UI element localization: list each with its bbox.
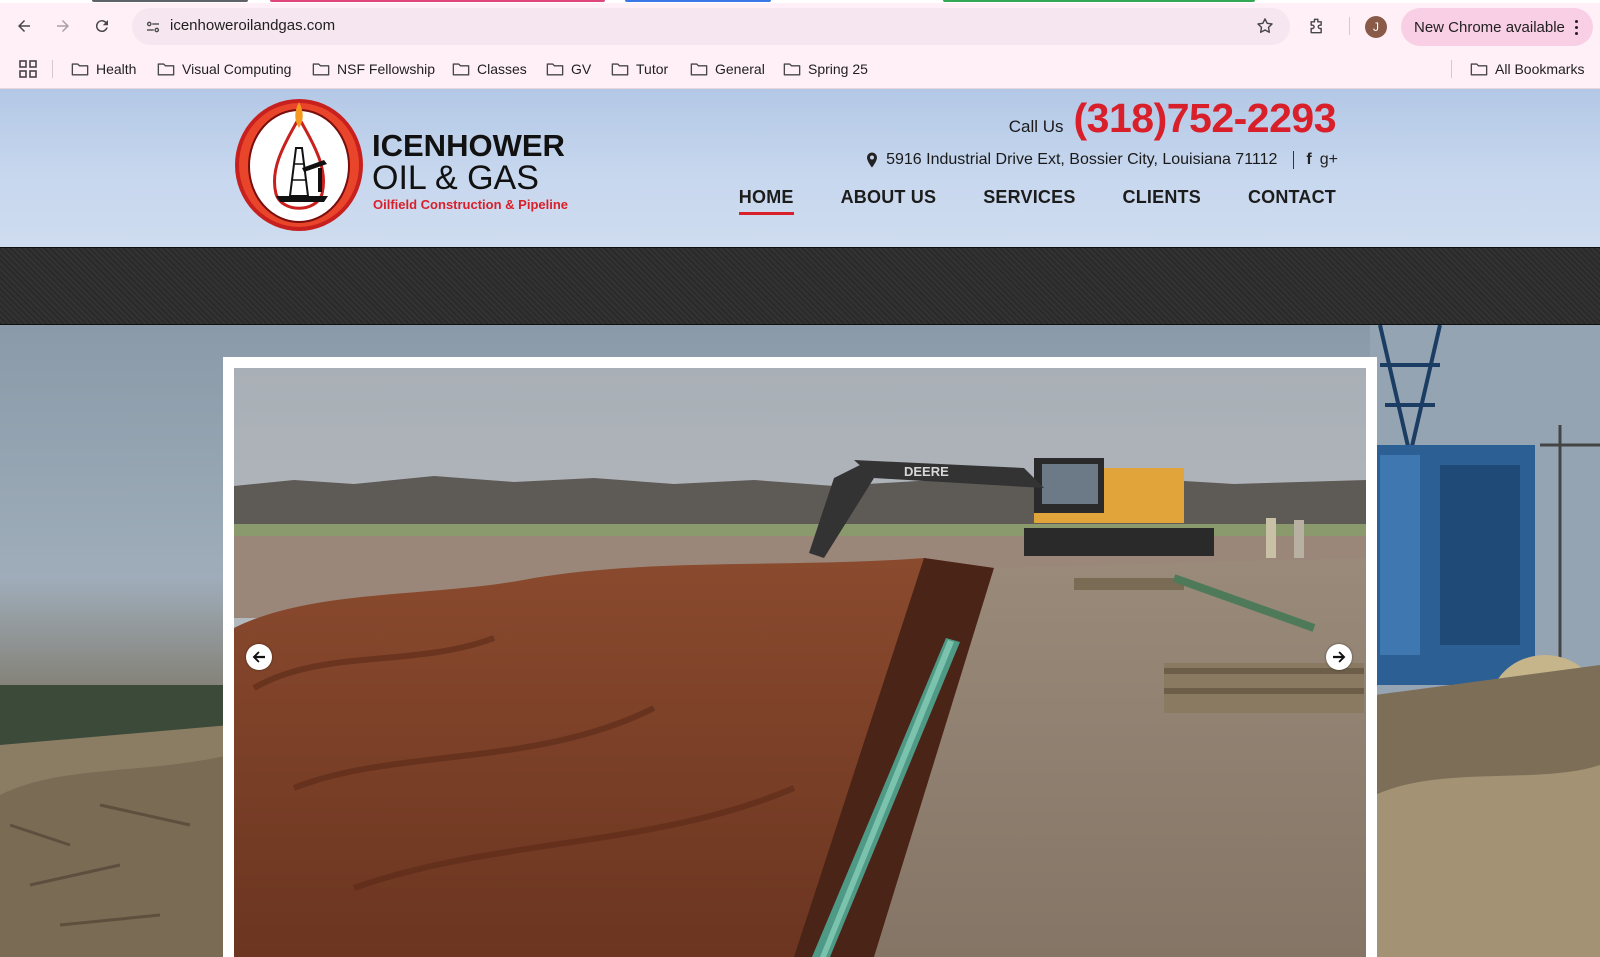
url-text[interactable]: icenhoweroilandgas.com bbox=[170, 17, 335, 34]
arrow-left-icon bbox=[252, 651, 265, 663]
map-pin-icon bbox=[867, 152, 878, 168]
folder-icon bbox=[312, 63, 330, 76]
bookmark-label: Tutor bbox=[636, 61, 669, 77]
bookmark-label: General bbox=[715, 61, 765, 77]
bookmark-label: Classes bbox=[477, 61, 527, 77]
tab-indicator bbox=[270, 0, 605, 2]
bookmark-label: GV bbox=[571, 61, 592, 77]
svg-text:DEERE: DEERE bbox=[904, 464, 949, 479]
nav-about-us[interactable]: ABOUT US bbox=[841, 187, 937, 214]
reload-icon bbox=[95, 20, 108, 33]
phone-number[interactable]: (318)752-2293 bbox=[1074, 95, 1337, 142]
folder-icon bbox=[611, 63, 629, 76]
bookmark-star-icon[interactable] bbox=[1254, 15, 1276, 37]
address-bar[interactable]: icenhoweroilandgas.com bbox=[132, 8, 1290, 45]
call-us-label: Call Us bbox=[1008, 117, 1064, 136]
tab-indicator bbox=[943, 0, 1255, 2]
google-plus-icon[interactable]: g+ bbox=[1320, 151, 1338, 169]
update-label: New Chrome available bbox=[1414, 18, 1565, 36]
bookmark-folder-general[interactable]: General bbox=[690, 58, 765, 80]
tab-indicator bbox=[625, 0, 771, 2]
folder-icon bbox=[783, 63, 801, 76]
all-bookmarks-button[interactable]: All Bookmarks bbox=[1470, 58, 1584, 80]
address-divider bbox=[1293, 151, 1295, 169]
svg-text:OIL & GAS: OIL & GAS bbox=[372, 159, 539, 197]
nav-services[interactable]: SERVICES bbox=[983, 187, 1075, 214]
all-bookmarks-label: All Bookmarks bbox=[1495, 61, 1585, 77]
call-us-block: Call Us (318)752-2293 bbox=[1008, 95, 1337, 142]
company-logo[interactable]: ICENHOWER OIL & GAS Oilfield Constructio… bbox=[232, 98, 572, 232]
extensions-icon[interactable] bbox=[1305, 14, 1329, 38]
chrome-update-button[interactable]: New Chrome available bbox=[1401, 8, 1593, 46]
bookmarks-bar: Health Visual Computing NSF Fellowship C… bbox=[0, 49, 1600, 89]
folder-icon bbox=[690, 63, 708, 76]
slider-prev-button[interactable] bbox=[246, 644, 272, 670]
toolbar-divider bbox=[1349, 17, 1350, 35]
bookmark-folder-health[interactable]: Health bbox=[71, 58, 136, 80]
main-nav: HOME ABOUT US SERVICES CLIENTS CONTACT bbox=[738, 187, 1336, 215]
bookmark-folder-nsf-fellowship[interactable]: NSF Fellowship bbox=[312, 58, 435, 80]
bookmark-label: Spring 25 bbox=[808, 61, 868, 77]
address-text: 5916 Industrial Drive Ext, Bossier City,… bbox=[886, 151, 1278, 168]
back-button[interactable] bbox=[9, 11, 39, 41]
forward-button[interactable] bbox=[48, 11, 78, 41]
bookmark-folder-tutor[interactable]: Tutor bbox=[611, 58, 668, 80]
apps-grid-icon[interactable] bbox=[18, 59, 38, 79]
reload-button[interactable] bbox=[87, 11, 117, 41]
site-header: ICENHOWER OIL & GAS Oilfield Constructio… bbox=[0, 89, 1600, 247]
hero-slide-image: DEERE bbox=[234, 368, 1366, 957]
tab-indicator bbox=[92, 0, 248, 2]
folder-icon bbox=[157, 63, 175, 76]
folder-icon bbox=[546, 63, 564, 76]
folder-icon bbox=[1470, 63, 1488, 76]
profile-avatar[interactable]: J bbox=[1365, 16, 1387, 38]
bookmark-label: Health bbox=[96, 61, 137, 77]
site-info-icon[interactable] bbox=[140, 14, 166, 40]
bookmark-folder-spring-25[interactable]: Spring 25 bbox=[783, 58, 868, 80]
bookmark-folder-classes[interactable]: Classes bbox=[452, 58, 527, 80]
nav-contact[interactable]: CONTACT bbox=[1248, 187, 1336, 214]
bookmark-folder-gv[interactable]: GV bbox=[546, 58, 591, 80]
bookmark-folder-visual-computing[interactable]: Visual Computing bbox=[157, 58, 291, 80]
svg-text:Oilfield Construction & Pipeli: Oilfield Construction & Pipeline bbox=[373, 197, 568, 212]
folder-icon bbox=[71, 63, 89, 76]
bookmarks-separator bbox=[1451, 60, 1452, 78]
bookmark-label: NSF Fellowship bbox=[337, 61, 436, 77]
browser-toolbar: icenhoweroilandgas.com J New Chrome avai… bbox=[0, 3, 1600, 49]
folder-icon bbox=[452, 63, 470, 76]
address-row: 5916 Industrial Drive Ext, Bossier City,… bbox=[866, 151, 1338, 169]
bookmarks-separator bbox=[52, 60, 53, 78]
nav-clients[interactable]: CLIENTS bbox=[1123, 187, 1201, 214]
dark-banner-strip bbox=[0, 247, 1600, 325]
arrow-right-icon bbox=[1333, 651, 1346, 663]
slider-next-button[interactable] bbox=[1326, 644, 1352, 670]
arrow-left-icon bbox=[18, 20, 30, 32]
nav-home[interactable]: HOME bbox=[738, 187, 794, 215]
more-menu-icon[interactable] bbox=[1567, 17, 1585, 37]
svg-text:ICENHOWER: ICENHOWER bbox=[372, 128, 565, 163]
facebook-icon[interactable]: f bbox=[1306, 151, 1311, 169]
arrow-right-icon bbox=[57, 20, 69, 32]
bookmark-label: Visual Computing bbox=[182, 61, 292, 77]
